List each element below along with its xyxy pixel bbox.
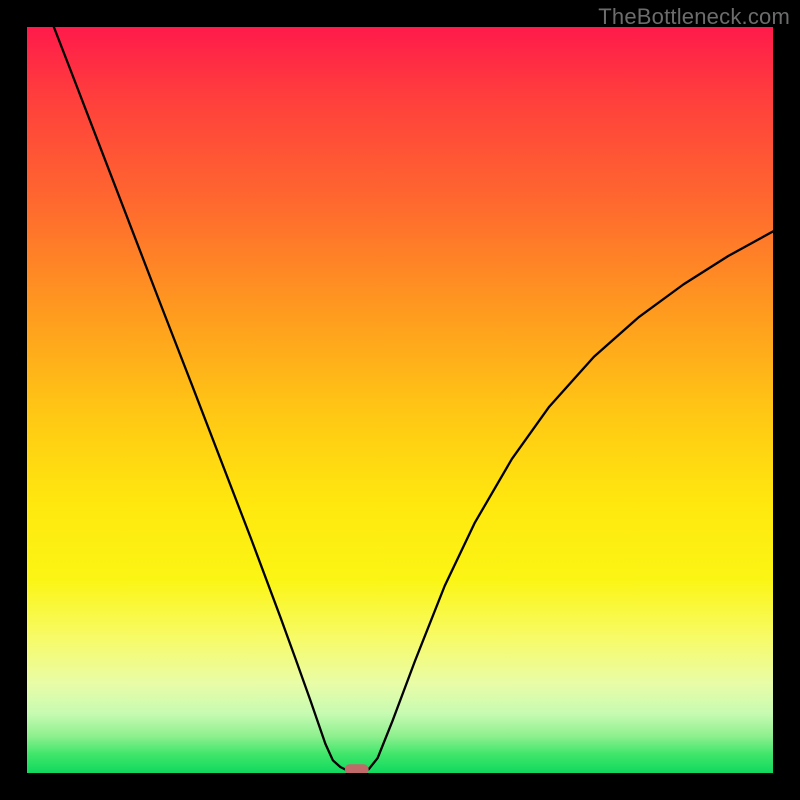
watermark-text: TheBottleneck.com: [598, 4, 790, 30]
right-branch-path: [369, 231, 773, 769]
plot-area: [27, 27, 773, 773]
min-marker: [345, 764, 369, 773]
left-branch-path: [54, 27, 345, 769]
chart-frame: TheBottleneck.com: [0, 0, 800, 800]
curve-layer: [27, 27, 773, 773]
